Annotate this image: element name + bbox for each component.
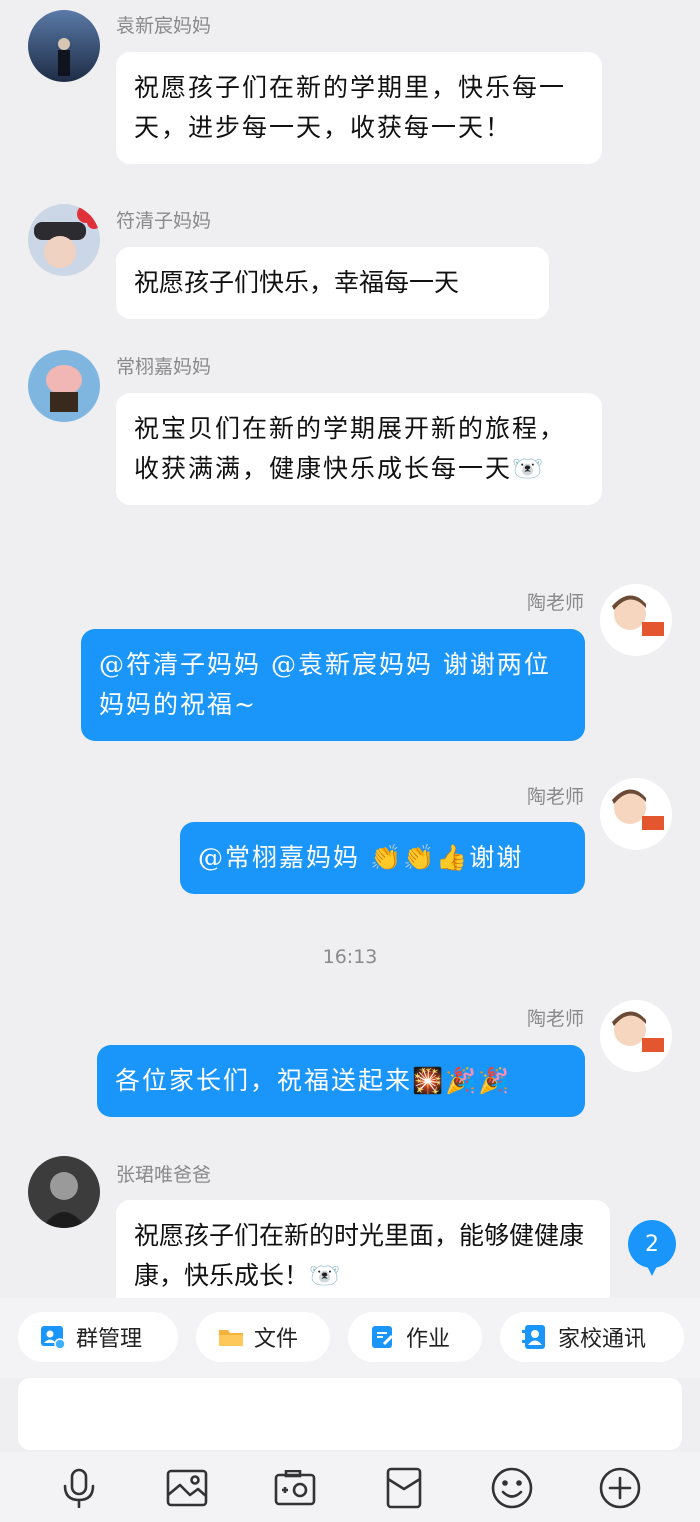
microphone-icon[interactable] xyxy=(57,1466,101,1510)
message-bubble[interactable]: @常栩嘉妈妈 👏👏👍谢谢 xyxy=(180,822,585,894)
image-icon[interactable] xyxy=(165,1466,209,1510)
avatar[interactable] xyxy=(28,204,100,276)
avatar[interactable] xyxy=(28,10,100,82)
avatar[interactable] xyxy=(600,1000,672,1072)
sender-name: 陶老师 xyxy=(526,1008,584,1030)
sender-name: 张珺唯爸爸 xyxy=(116,1164,212,1186)
avatar[interactable] xyxy=(28,1156,100,1228)
message-bubble[interactable]: 祝宝贝们在新的学期展开新的旅程，收获满满，健康快乐成长每一天🐻‍❄️ xyxy=(116,393,602,505)
group-manage-icon xyxy=(40,1324,66,1350)
message-bubble[interactable]: 祝愿孩子们在新的学期里，快乐每一天，进步每一天，收获每一天！ xyxy=(116,52,602,164)
chip-label: 文件 xyxy=(254,1327,299,1352)
group-manage-button[interactable]: 群管理 xyxy=(18,1312,178,1362)
input-toolbar xyxy=(0,1452,700,1522)
chip-label: 家校通讯 xyxy=(558,1327,647,1352)
quick-actions-bar: 群管理 文件 作业 家校通讯 xyxy=(0,1298,700,1378)
plus-icon[interactable] xyxy=(598,1466,642,1510)
message-bubble[interactable]: 祝愿孩子们快乐，幸福每一天 xyxy=(116,247,549,319)
red-packet-icon[interactable] xyxy=(382,1466,426,1510)
homework-button[interactable]: 作业 xyxy=(348,1312,482,1362)
unread-badge[interactable]: 2 xyxy=(628,1220,676,1276)
message-bubble[interactable]: 祝愿孩子们在新的时光里面，能够健健康康，快乐成长！🐻‍❄️ xyxy=(116,1200,610,1298)
contacts-icon xyxy=(522,1324,548,1350)
folder-icon xyxy=(218,1324,244,1350)
sender-name: 陶老师 xyxy=(526,786,584,808)
contacts-button[interactable]: 家校通讯 xyxy=(500,1312,684,1362)
message-input[interactable] xyxy=(18,1378,682,1450)
chip-label: 群管理 xyxy=(76,1327,143,1352)
file-button[interactable]: 文件 xyxy=(196,1312,330,1362)
sender-name: 陶老师 xyxy=(526,592,584,614)
emoji-icon[interactable] xyxy=(490,1466,534,1510)
sender-name: 符清子妈妈 xyxy=(116,210,212,232)
avatar[interactable] xyxy=(600,584,672,656)
message-bubble[interactable]: 各位家长们，祝福送起来🎇🎉🎉 xyxy=(97,1045,585,1117)
homework-icon xyxy=(370,1324,396,1350)
sender-name: 袁新宸妈妈 xyxy=(116,15,212,37)
avatar[interactable] xyxy=(28,350,100,422)
timestamp: 16:13 xyxy=(322,946,378,968)
chip-label: 作业 xyxy=(406,1327,451,1352)
camera-icon[interactable] xyxy=(273,1466,317,1510)
message-bubble[interactable]: @符清子妈妈 @袁新宸妈妈 谢谢两位妈妈的祝福~ xyxy=(81,629,585,741)
sender-name: 常栩嘉妈妈 xyxy=(116,356,212,378)
chat-area[interactable]: 袁新宸妈妈 祝愿孩子们在新的学期里，快乐每一天，进步每一天，收获每一天！ 符清子… xyxy=(0,0,700,1298)
avatar[interactable] xyxy=(600,778,672,850)
